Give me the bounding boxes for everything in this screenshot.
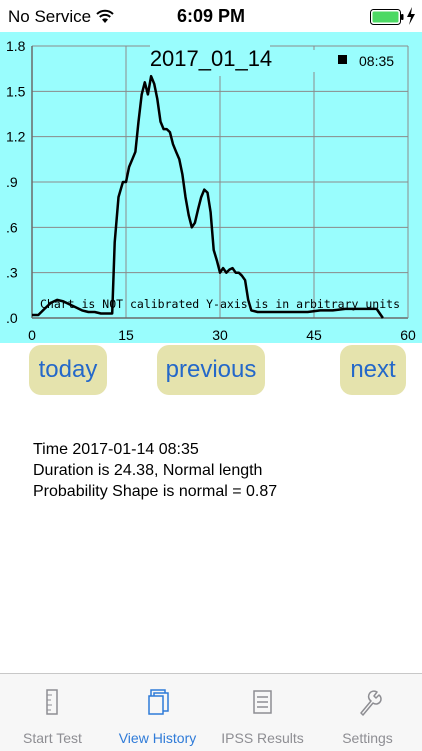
y-tick-label: 1.5 [6,83,26,99]
duration-line: Duration is 24.38, Normal length [33,462,263,479]
tab-view-history[interactable]: View History [105,674,210,751]
series-line [32,74,384,319]
tab-start-test[interactable]: Start Test [0,674,105,751]
chart-title: 2017_01_14 [150,46,272,71]
next-button[interactable]: next [340,345,406,395]
y-tick-label: .9 [6,174,18,190]
y-tick-label: .6 [6,219,18,235]
x-tick-label: 15 [118,327,134,343]
y-tick-label: .0 [6,310,18,326]
legend-swatch [338,55,347,64]
y-tick-label: .3 [6,265,18,281]
time-line: Time 2017-01-14 08:35 [33,441,199,458]
flow-chart: 0 15 30 45 60 .0 .3 .6 .9 1.2 1.5 1.8 2017_01_14 08… [6,38,416,343]
wrench-icon [360,690,382,716]
tab-settings[interactable]: Settings [315,674,420,751]
today-button[interactable]: today [29,345,107,395]
legend-label: 08:35 [359,53,394,69]
x-tick-label: 30 [212,327,228,343]
tab-label: Start Test [23,730,82,746]
tab-label: Settings [342,730,393,746]
clock: 6:09 PM [176,6,246,26]
tab-label: View History [118,730,197,746]
history-icon [148,689,169,715]
result-info: Time 2017-01-14 08:35 Duration is 24.38,… [33,439,277,502]
tab-bar: Start Test View History IPSS Results Set… [0,673,422,751]
status-bar: No Service 6:09 PM [0,0,422,32]
y-tick-label: 1.8 [6,38,26,54]
tab-label: IPSS Results [221,730,304,746]
tab-ipss-results[interactable]: IPSS Results [210,674,315,751]
probability-line: Probability Shape is normal = 0.87 [33,483,278,500]
y-tick-label: 1.2 [6,129,26,145]
calibration-note: Chart is NOT calibrated Y-axis is in arb… [40,297,400,311]
x-tick-label: 60 [400,327,416,343]
flow-chart-panel: 0 15 30 45 60 .0 .3 .6 .9 1.2 1.5 1.8 2017_01_14 08… [0,32,422,343]
charging-bolt-icon [407,7,415,25]
x-tick-label: 0 [28,327,36,343]
battery-charging-icon [370,9,404,25]
x-tick-label: 45 [306,327,322,343]
ruler-icon [46,689,58,715]
previous-button[interactable]: previous [157,345,265,395]
list-icon [253,690,272,714]
